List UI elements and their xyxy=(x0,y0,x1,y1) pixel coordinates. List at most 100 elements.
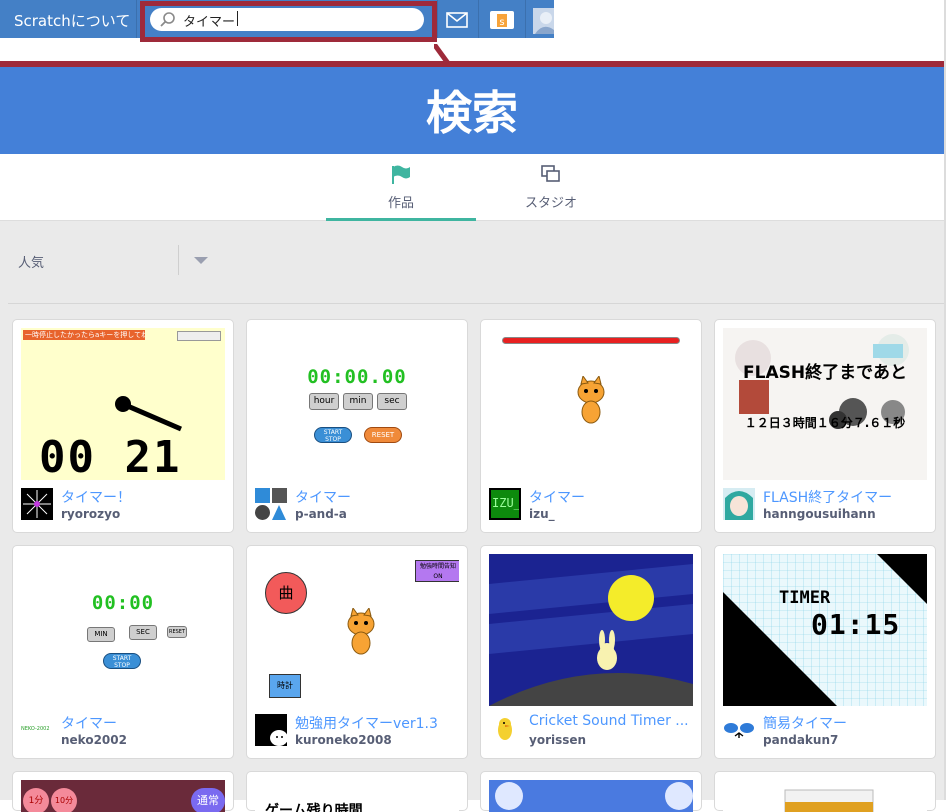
project-card[interactable]: 00:00 MIN SEC RESET START STOP NEKO-2002… xyxy=(12,545,234,759)
about-scratch-link[interactable]: Scratchについて xyxy=(14,10,130,31)
search-tabs: 作品 スタジオ xyxy=(0,154,944,221)
my-stuff-icon[interactable]: s xyxy=(489,8,515,32)
project-card[interactable]: Cricket Sound Timer ... yorissen xyxy=(480,545,702,759)
messages-icon[interactable] xyxy=(446,8,468,32)
scratch-cat-icon xyxy=(347,608,375,655)
chick-icon xyxy=(498,718,512,740)
pa-logo-icon xyxy=(255,488,287,520)
project-author[interactable]: pandakun7 xyxy=(763,733,838,747)
project-title[interactable]: FLASH終了タイマー xyxy=(763,487,929,507)
project-title[interactable]: Cricket Sound Timer ... xyxy=(529,713,695,729)
thumb-min-button: min xyxy=(343,393,373,410)
sort-filter-row xyxy=(8,242,944,304)
thumb-sec-button: SEC xyxy=(129,625,157,640)
author-avatar[interactable]: NEKO-2002 xyxy=(21,714,53,746)
author-avatar[interactable] xyxy=(723,488,755,520)
project-card[interactable] xyxy=(714,771,936,812)
project-author[interactable]: kuroneko2008 xyxy=(295,733,392,747)
search-banner: 検索 xyxy=(0,67,944,154)
tab-projects[interactable]: 作品 xyxy=(326,154,476,221)
project-card[interactable]: TIMER 01:15 簡易タイマー pandakun7 xyxy=(714,545,936,759)
project-author[interactable]: neko2002 xyxy=(61,733,127,747)
project-card[interactable]: 1分 10分 通常 xyxy=(12,771,234,812)
project-thumbnail[interactable] xyxy=(489,780,693,812)
author-avatar[interactable]: IZU_ xyxy=(489,488,521,520)
author-avatar[interactable] xyxy=(255,488,287,520)
nav-divider xyxy=(525,0,526,38)
thumb-game-time-text: ゲーム残り時間 xyxy=(265,803,363,812)
tab-projects-label: 作品 xyxy=(387,196,414,211)
project-thumbnail[interactable]: ゲーム残り時間 xyxy=(255,780,459,812)
project-title[interactable]: 簡易タイマー xyxy=(763,713,929,733)
anime-avatar-icon xyxy=(723,488,755,520)
avatar-text: IZU_ xyxy=(492,496,521,510)
scratch-cat-icon xyxy=(577,376,605,424)
thumb-sec-button: sec xyxy=(377,393,407,410)
thumb-headline: FLASH終了まであと xyxy=(743,363,907,383)
project-card[interactable]: FLASH終了まであと １２日３時間１６分７.６１秒 FLASH終了タイマー h… xyxy=(714,319,936,533)
results-area: 人気 一時停止したかったらaキーを押してね！ 00 21 タイマー！ ryoro… xyxy=(0,221,944,812)
project-author[interactable]: hanngousuihann xyxy=(763,507,876,521)
tab-studios-label: スタジオ xyxy=(524,196,577,211)
thumb-timer-label: TIMER xyxy=(779,588,831,608)
project-thumbnail[interactable]: 00:00.00 hour min sec START STOP RESET xyxy=(255,328,459,480)
cat-silhouette-icon xyxy=(255,714,287,746)
project-card[interactable] xyxy=(480,771,702,812)
night-scene-graphic xyxy=(489,554,693,706)
thumb-start-button: START STOP xyxy=(103,653,141,669)
project-title[interactable]: タイマー xyxy=(529,487,695,507)
thumb-reset-button: RESET xyxy=(364,427,402,443)
author-avatar[interactable] xyxy=(489,714,521,746)
project-thumbnail[interactable] xyxy=(489,554,693,706)
sort-dropdown-label[interactable]: 人気 xyxy=(18,252,44,271)
project-author[interactable]: ryorozyo xyxy=(61,507,120,521)
thumb-normal-badge: 通常 xyxy=(191,788,225,812)
project-card[interactable]: ゲーム残り時間 xyxy=(246,771,468,812)
project-title[interactable]: タイマー！ xyxy=(61,487,227,507)
project-thumbnail[interactable]: 一時停止したかったらaキーを押してね！ 00 21 xyxy=(21,328,225,480)
project-thumbnail[interactable]: TIMER 01:15 xyxy=(723,554,927,706)
thumb-time: 00:00.00 xyxy=(307,366,407,388)
starburst-icon xyxy=(23,490,51,518)
thumb-countdown: １２日３時間１６分７.６１秒 xyxy=(744,416,906,430)
author-avatar[interactable] xyxy=(723,714,755,746)
project-title[interactable]: タイマー xyxy=(61,713,227,733)
project-author[interactable]: izu_ xyxy=(529,507,555,521)
search-highlight-frame xyxy=(140,1,437,42)
author-avatar[interactable] xyxy=(255,714,287,746)
cloud-graphic xyxy=(495,782,693,810)
thumb-10min-button: 10分 xyxy=(51,788,77,812)
author-avatar[interactable] xyxy=(21,488,53,520)
thumb-min-button: MIN xyxy=(87,627,115,642)
tab-studios[interactable]: スタジオ xyxy=(476,154,626,221)
project-title[interactable]: 勉強用タイマーver1.3 xyxy=(295,713,461,733)
user-avatar-icon[interactable] xyxy=(533,8,554,34)
chevron-down-icon[interactable] xyxy=(194,257,208,264)
thumb-hour-button: hour xyxy=(309,393,339,410)
project-thumbnail[interactable]: 00:00 MIN SEC RESET START STOP xyxy=(21,554,225,706)
thumb-time: 00:00 xyxy=(91,592,155,614)
project-thumbnail[interactable] xyxy=(723,780,927,812)
avatar-text: NEKO-2002 xyxy=(21,726,50,732)
project-card[interactable]: 一時停止したかったらaキーを押してね！ 00 21 タイマー！ ryorozyo xyxy=(12,319,234,533)
project-thumbnail[interactable]: FLASH終了まであと １２日３時間１６分７.６１秒 xyxy=(723,328,927,480)
thumb-music-button: 曲 xyxy=(265,572,307,614)
nav-divider xyxy=(478,0,479,38)
project-card[interactable]: IZU_ タイマー izu_ xyxy=(480,319,702,533)
project-author[interactable]: p-and-a xyxy=(295,507,347,521)
flag-icon xyxy=(392,165,410,184)
svg-text:s: s xyxy=(499,17,504,28)
thumb-timer-time: 01:15 xyxy=(811,608,901,641)
project-thumbnail[interactable] xyxy=(489,328,693,480)
project-card[interactable]: 勉強時間告知 ON 曲 時計 勉強用タイマーver1.3 kuroneko200… xyxy=(246,545,468,759)
nav-divider xyxy=(437,0,438,38)
thumb-notice-toggle: 勉強時間告知 ON xyxy=(415,560,459,582)
filter-divider xyxy=(178,245,179,275)
project-author[interactable]: yorissen xyxy=(529,733,586,747)
project-thumbnail[interactable]: 1分 10分 通常 xyxy=(21,780,225,812)
panda-icon xyxy=(724,723,754,738)
project-thumbnail[interactable]: 勉強時間告知 ON 曲 時計 xyxy=(255,554,459,706)
thumb-start-button: START STOP xyxy=(314,427,352,443)
project-title[interactable]: タイマー xyxy=(295,487,461,507)
project-card[interactable]: 00:00.00 hour min sec START STOP RESET タ… xyxy=(246,319,468,533)
